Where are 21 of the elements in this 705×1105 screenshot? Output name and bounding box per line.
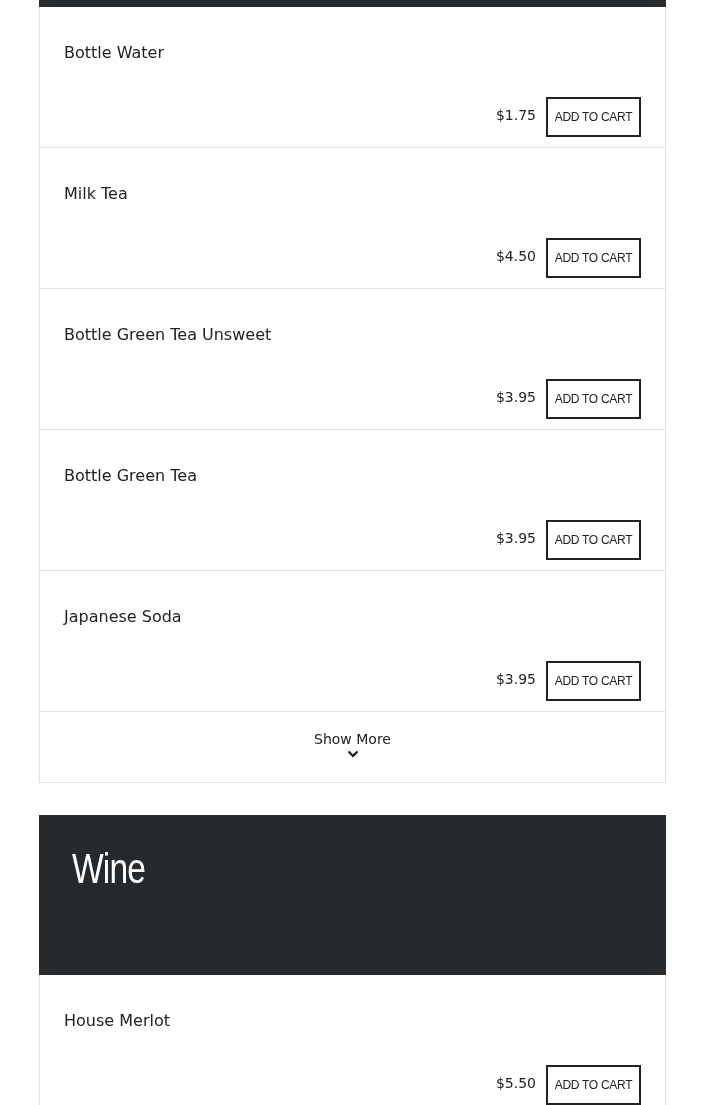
item-price: $1.75 (495, 105, 536, 125)
item-name: Bottle Water (64, 42, 164, 64)
add-to-cart-button[interactable]: ADD TO CART (546, 661, 641, 701)
item-name: Japanese Soda (64, 606, 182, 628)
item-name: Bottle Green Tea (64, 465, 197, 487)
item-price: $4.50 (495, 246, 536, 266)
chevron-down-icon (346, 750, 359, 758)
item-name: House Merlot (64, 1010, 170, 1032)
item-name: Bottle Green Tea Unsweet (64, 324, 272, 346)
category-title: Wine (72, 844, 146, 894)
item-price: $5.50 (495, 1073, 536, 1093)
add-to-cart-button[interactable]: ADD TO CART (546, 520, 641, 560)
item-price: $3.95 (495, 669, 536, 689)
show-more-button[interactable]: Show More (40, 712, 665, 783)
item-price: $3.95 (495, 528, 536, 548)
item-price: $3.95 (495, 387, 536, 407)
add-to-cart-button[interactable]: ADD TO CART (546, 238, 641, 278)
add-to-cart-button[interactable]: ADD TO CART (546, 1065, 641, 1105)
item-name: Milk Tea (64, 183, 128, 205)
add-to-cart-button[interactable]: ADD TO CART (546, 379, 641, 419)
add-to-cart-button[interactable]: ADD TO CART (546, 97, 641, 137)
